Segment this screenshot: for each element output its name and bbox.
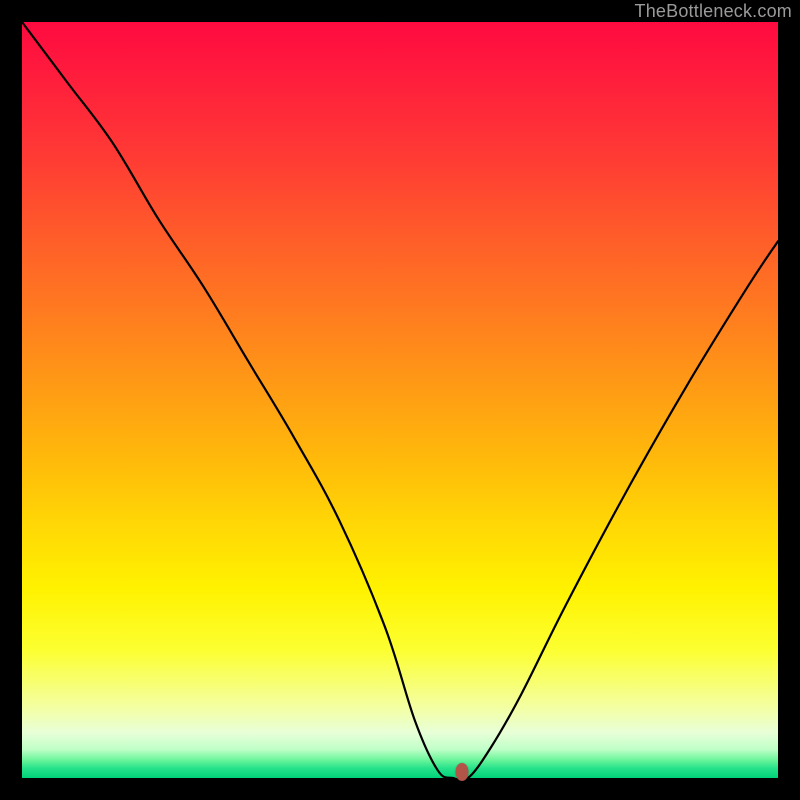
chart-container: TheBottleneck.com <box>0 0 800 800</box>
watermark-text: TheBottleneck.com <box>635 1 792 22</box>
plot-background <box>22 22 778 778</box>
optimal-point-marker <box>455 763 468 781</box>
